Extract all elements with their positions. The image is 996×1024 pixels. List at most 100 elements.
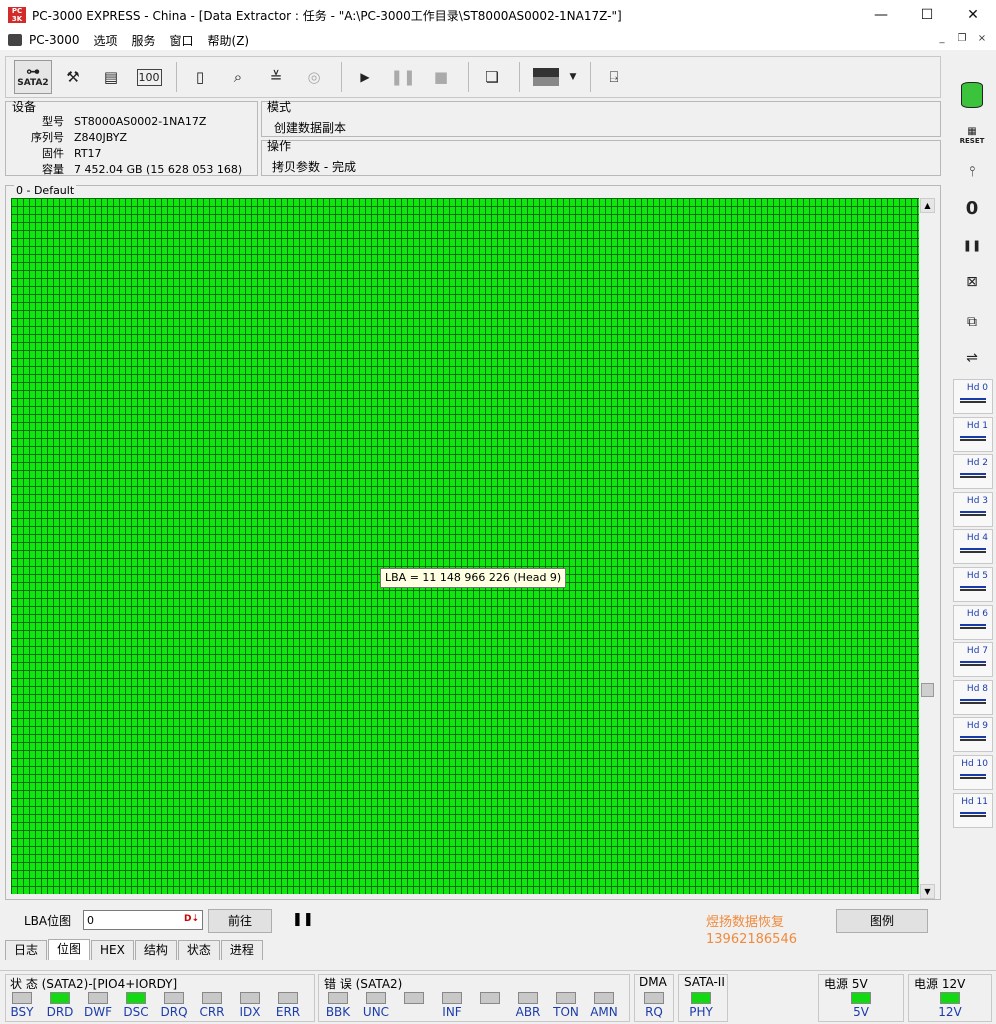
go-button[interactable]: 前往 bbox=[208, 909, 272, 933]
lba-direction-icon[interactable]: D⇣ bbox=[184, 914, 199, 924]
mdi-close-button[interactable]: × bbox=[974, 32, 990, 46]
copy-clear-button[interactable]: ⧉ bbox=[953, 305, 991, 339]
head-button-7[interactable]: Hd 7 bbox=[953, 642, 993, 678]
zero-button[interactable]: 0 bbox=[953, 191, 991, 225]
head-button-3[interactable]: Hd 3 bbox=[953, 491, 993, 527]
head-label-7: Hd 7 bbox=[966, 646, 988, 657]
menu-window[interactable]: 窗口 bbox=[163, 32, 201, 49]
status-led-label-3: DSC bbox=[123, 1005, 149, 1019]
right-pause-button[interactable]: ❚❚ bbox=[953, 228, 991, 262]
tab-3[interactable]: 结构 bbox=[134, 940, 177, 960]
menu-help[interactable]: 帮助(Z) bbox=[201, 32, 257, 49]
heads-selector-icon: ⇌ bbox=[966, 350, 978, 366]
firmware-value: RT17 bbox=[74, 147, 102, 160]
status-led-label-4: DRQ bbox=[160, 1005, 188, 1019]
model-label: 型号 bbox=[42, 115, 64, 128]
head-label-2: Hd 2 bbox=[966, 458, 988, 469]
head-button-2[interactable]: Hd 2 bbox=[953, 454, 993, 490]
error-led-label-6: TON bbox=[553, 1005, 579, 1019]
map-scrollbar[interactable]: ▲ ▼ bbox=[920, 198, 935, 899]
pc3000-menu-icon[interactable] bbox=[8, 34, 22, 46]
toolbar: ⊶ SATA2 ⚒ ▤ 100 ▯ ⌕ ≚ ◎ ▶ ❚❚ ■ ❏ ▼ ⍈ bbox=[5, 56, 941, 98]
exit-button[interactable]: ⍈ bbox=[597, 60, 631, 94]
pause-button[interactable]: ❚❚ bbox=[386, 60, 420, 94]
head-button-4[interactable]: Hd 4 bbox=[953, 529, 993, 565]
mode-value: 创建数据副本 bbox=[274, 121, 347, 135]
disk-button[interactable]: ◎ bbox=[297, 60, 331, 94]
status-group-title: 状 态 (SATA2)-[PIO4+IORDY] bbox=[8, 975, 180, 992]
map-sheet-button[interactable]: ▤ bbox=[94, 60, 128, 94]
stop-button[interactable]: ■ bbox=[424, 60, 458, 94]
view-tabs: 日志 位图 HEX 结构 状态 进程 bbox=[5, 939, 264, 960]
head-label-11: Hd 11 bbox=[961, 796, 988, 807]
pause-icon: ❚❚ bbox=[962, 238, 982, 252]
head-label-4: Hd 4 bbox=[966, 533, 988, 544]
head-button-11[interactable]: Hd 11 bbox=[953, 792, 993, 828]
model-value: ST8000AS0002-1NA17Z bbox=[74, 115, 207, 128]
mdi-minimize-button[interactable]: _ bbox=[934, 32, 950, 46]
serial-row: 序列号 Z840JBYZ bbox=[8, 129, 127, 145]
head-button-10[interactable]: Hd 10 bbox=[953, 755, 993, 790]
head-button-6[interactable]: Hd 6 bbox=[953, 604, 993, 640]
tab-5[interactable]: 进程 bbox=[220, 940, 263, 960]
sector-map-grid[interactable] bbox=[11, 198, 919, 894]
error-led-0 bbox=[328, 992, 348, 1004]
sata2-port-button[interactable]: ⊶ SATA2 bbox=[14, 60, 52, 94]
search-button[interactable]: ⌕ bbox=[221, 60, 255, 94]
signal-button[interactable]: ⫯ bbox=[953, 155, 991, 189]
head-icon bbox=[960, 435, 986, 441]
reset-button[interactable]: ▦ RESET bbox=[953, 118, 991, 152]
error-led-label-0: BBK bbox=[325, 1005, 351, 1019]
play-icon: ▶ bbox=[360, 70, 370, 84]
minimize-button[interactable]: — bbox=[858, 0, 904, 30]
tab-2[interactable]: HEX bbox=[91, 940, 134, 960]
firmware-label: 固件 bbox=[42, 147, 64, 160]
menu-service[interactable]: 服务 bbox=[125, 32, 163, 49]
heads-selector-button[interactable]: ⇌ bbox=[953, 341, 991, 375]
head-button-9[interactable]: Hd 9 bbox=[953, 717, 993, 753]
start-button[interactable]: ▶ bbox=[348, 60, 382, 94]
power-drive-button[interactable] bbox=[953, 78, 991, 112]
device-info-button[interactable]: ▯ bbox=[183, 60, 217, 94]
mdi-restore-button[interactable]: ❐ bbox=[954, 32, 970, 46]
clear-map-button[interactable]: ⊠ bbox=[953, 265, 991, 299]
tab-0[interactable]: 日志 bbox=[5, 940, 48, 960]
scroll-thumb[interactable] bbox=[921, 683, 934, 697]
map-pause-icon[interactable]: ❚❚ bbox=[292, 912, 314, 927]
reset-label: RESET bbox=[959, 136, 985, 145]
error-led-2 bbox=[404, 992, 424, 1004]
view-mode-button[interactable] bbox=[526, 60, 566, 94]
tools-button[interactable]: ⚒ bbox=[56, 60, 90, 94]
operation-section-title: 操作 bbox=[267, 139, 292, 153]
mode-panel bbox=[261, 101, 941, 137]
legend-button[interactable]: 图例 bbox=[836, 909, 928, 933]
scroll-down-arrow-icon[interactable]: ▼ bbox=[920, 884, 935, 899]
percent-icon: 100 bbox=[136, 68, 162, 86]
tab-4[interactable]: 状态 bbox=[177, 940, 220, 960]
dma-led bbox=[644, 992, 664, 1004]
tab-1[interactable]: 位图 bbox=[48, 939, 91, 960]
error-led-3 bbox=[442, 992, 462, 1004]
head-button-8[interactable]: Hd 8 bbox=[953, 679, 993, 715]
percent-button[interactable]: 100 bbox=[132, 60, 166, 94]
head-button-1[interactable]: Hd 1 bbox=[953, 416, 993, 452]
power5-group-title: 电源 5V bbox=[822, 975, 870, 992]
copy-windows-button[interactable]: ❏ bbox=[475, 60, 509, 94]
head-button-5[interactable]: Hd 5 bbox=[953, 567, 993, 602]
close-button[interactable]: ✕ bbox=[950, 0, 996, 30]
scroll-up-arrow-icon[interactable]: ▲ bbox=[920, 198, 935, 213]
maximize-button[interactable]: ☐ bbox=[904, 0, 950, 30]
binoculars-icon: ⌕ bbox=[233, 68, 243, 86]
clear-icon: ⊠ bbox=[966, 274, 978, 290]
sata-label: SATA2 bbox=[17, 78, 49, 88]
head-map-button[interactable]: ≚ bbox=[259, 60, 293, 94]
lba-tooltip: LBA = 11 148 966 226 (Head 9) bbox=[380, 568, 567, 588]
view-mode-dropdown[interactable]: ▼ bbox=[566, 60, 580, 94]
menu-options[interactable]: 选项 bbox=[86, 32, 124, 49]
menu-pc3000[interactable]: PC-3000 bbox=[22, 33, 86, 47]
model-row: 型号 ST8000AS0002-1NA17Z bbox=[8, 113, 206, 129]
head-button-0[interactable]: Hd 0 bbox=[953, 379, 993, 414]
status-led-2 bbox=[88, 992, 108, 1004]
status-led-label-1: DRD bbox=[46, 1005, 74, 1019]
head-icon bbox=[960, 811, 986, 817]
